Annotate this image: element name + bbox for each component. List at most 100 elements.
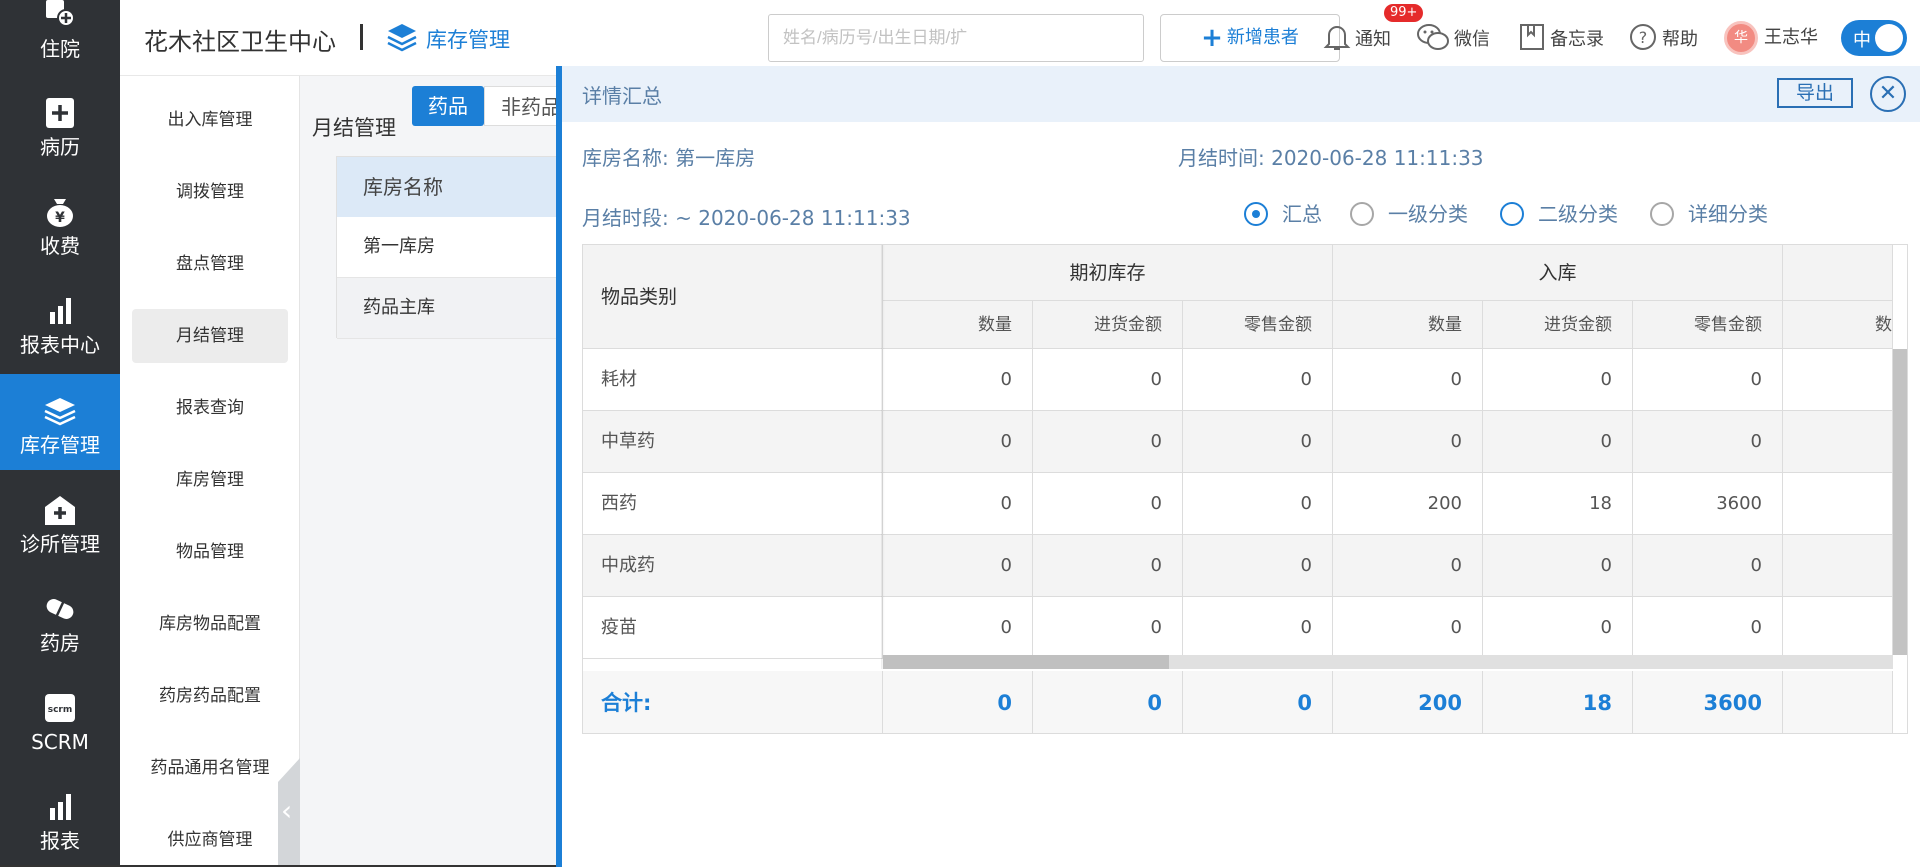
- user-menu[interactable]: 华王志华: [1724, 20, 1818, 55]
- main-sidebar: 住院 病历 ¥ 收费 报表中心 库存管理 诊所管理 药房 scrm SCRM 报…: [0, 0, 120, 867]
- nav-label: 收费: [40, 234, 80, 258]
- category-column-header: 物品类别: [583, 245, 883, 349]
- sub-navigation: 出入库管理 调拨管理 盘点管理 月结管理 报表查询 库房管理 物品管理 库房物品…: [120, 76, 300, 867]
- language-toggle[interactable]: 中: [1841, 20, 1907, 56]
- table-row-category: 耗材: [583, 349, 883, 411]
- warehouse-value: 第一库房: [675, 146, 756, 170]
- total-cell: 0: [883, 671, 1033, 733]
- radio-level1[interactable]: 一级分类: [1350, 200, 1468, 228]
- vertical-scrollbar[interactable]: [1893, 349, 1907, 655]
- memo-button[interactable]: 备忘录: [1518, 22, 1604, 52]
- table-cell: 0: [1333, 535, 1483, 597]
- page-title: 月结管理: [312, 116, 396, 140]
- total-cell: 18: [1483, 671, 1633, 733]
- table-cell: 0: [1333, 597, 1483, 659]
- nav-label: 药房: [40, 631, 80, 655]
- notebook-icon: [1520, 24, 1544, 50]
- toggle-label: 中: [1853, 30, 1871, 51]
- plus-icon: +: [1201, 23, 1223, 53]
- table-cell: 18: [1483, 473, 1633, 535]
- radio-level2[interactable]: 二级分类: [1500, 200, 1618, 228]
- current-module-label[interactable]: 库存管理: [426, 24, 510, 54]
- subnav-item[interactable]: 供应商管理: [132, 813, 288, 867]
- subnav-item[interactable]: 报表查询: [132, 381, 288, 435]
- table-row[interactable]: 药品主库: [337, 278, 575, 339]
- hospital-admission-icon: [46, 0, 75, 27]
- table-cell: 0: [1633, 597, 1783, 659]
- table-cell: 0: [1633, 535, 1783, 597]
- svg-text:scrm: scrm: [48, 705, 73, 715]
- column-header: 数量: [883, 301, 1033, 349]
- help-label: 帮助: [1662, 29, 1698, 50]
- subnav-item[interactable]: 调拨管理: [132, 165, 288, 219]
- clinic-icon: [45, 496, 75, 525]
- table-cell: 0: [1183, 473, 1333, 535]
- fixed-column-shadow: [881, 245, 885, 669]
- period-label: 月结时段:: [582, 206, 669, 230]
- table-row-category: 中成药: [583, 535, 883, 597]
- nav-label: 诊所管理: [20, 532, 100, 556]
- panel-title-bar: 详情汇总 导出 ✕: [562, 66, 1920, 122]
- radio-summary[interactable]: 汇总: [1244, 200, 1322, 228]
- patient-search-input[interactable]: [768, 14, 1144, 62]
- notification-button[interactable]: 通知: [1323, 22, 1391, 52]
- help-icon: ?: [1630, 24, 1656, 50]
- table-header: 库房名称: [337, 157, 575, 217]
- nav-item-pharmacy[interactable]: 药房: [0, 572, 120, 668]
- table-cell: 0: [1483, 535, 1633, 597]
- table-cell: 0: [1183, 535, 1333, 597]
- nav-item-inventory[interactable]: 库存管理: [0, 374, 120, 470]
- medical-record-icon: [46, 98, 74, 128]
- nav-item-medical-record[interactable]: 病历: [0, 76, 120, 172]
- close-icon[interactable]: ✕: [1870, 76, 1906, 112]
- subnav-item[interactable]: 药品通用名管理: [132, 741, 288, 795]
- add-patient-button[interactable]: + 新增患者: [1160, 14, 1340, 62]
- export-button[interactable]: 导出: [1777, 78, 1853, 108]
- table-cell: 0: [883, 535, 1033, 597]
- table-cell: 0: [883, 411, 1033, 473]
- subnav-item[interactable]: 药房药品配置: [132, 669, 288, 723]
- column-header: 零售金额: [1183, 301, 1333, 349]
- horizontal-scrollbar-thumb[interactable]: [883, 655, 1169, 669]
- table-cell: 0: [1483, 597, 1633, 659]
- subnav-item[interactable]: 出入库管理: [132, 93, 288, 147]
- table-cell: 0: [1033, 597, 1183, 659]
- table-cell: 0: [1033, 535, 1183, 597]
- table-cell: 0: [883, 473, 1033, 535]
- nav-item-inpatient[interactable]: 住院: [0, 0, 120, 74]
- nav-item-report-center[interactable]: 报表中心: [0, 274, 120, 370]
- table-cell: 200: [1333, 473, 1483, 535]
- nav-label: 病历: [40, 135, 80, 159]
- table-row[interactable]: 第一库房: [337, 217, 575, 278]
- nav-item-scrm[interactable]: scrm SCRM: [0, 671, 120, 767]
- panel-title: 详情汇总: [582, 84, 662, 108]
- nav-label: 住院: [40, 37, 80, 61]
- radio-detail[interactable]: 详细分类: [1650, 200, 1768, 228]
- help-button[interactable]: ? 帮助: [1628, 22, 1698, 52]
- subnav-item[interactable]: 库房管理: [132, 453, 288, 507]
- tab-drugs[interactable]: 药品: [412, 86, 484, 126]
- subnav-item[interactable]: 盘点管理: [132, 237, 288, 291]
- subnav-item-selected[interactable]: 月结管理: [132, 309, 288, 363]
- table-cell: 0: [1183, 349, 1333, 411]
- warehouse-table: 库房名称 第一库房 药品主库: [336, 156, 576, 339]
- subnav-item[interactable]: 物品管理: [132, 525, 288, 579]
- bar-chart-icon: [50, 794, 71, 820]
- column-header: 进货金额: [1033, 301, 1183, 349]
- wechat-button[interactable]: 微信: [1416, 22, 1490, 52]
- period-info: 月结时段: ~ 2020-06-28 11:11:33: [582, 202, 911, 231]
- nav-item-billing[interactable]: ¥ 收费: [0, 175, 120, 271]
- settle-time-info: 月结时间: 2020-06-28 11:11:33: [1178, 142, 1484, 171]
- total-cell: 0: [1033, 671, 1183, 733]
- nav-label: 库存管理: [20, 433, 100, 457]
- svg-text:¥: ¥: [55, 210, 65, 226]
- wechat-label: 微信: [1454, 29, 1490, 50]
- table-cell: 0: [1483, 411, 1633, 473]
- clinic-title: 花木社区卫生中心: [144, 28, 336, 56]
- table-cell: 0: [1033, 473, 1183, 535]
- table-cell: [1783, 473, 1893, 535]
- subnav-item[interactable]: 库房物品配置: [132, 597, 288, 651]
- nav-item-clinic[interactable]: 诊所管理: [0, 473, 120, 569]
- total-cell: 0: [1183, 671, 1333, 733]
- nav-item-report[interactable]: 报表: [0, 770, 120, 866]
